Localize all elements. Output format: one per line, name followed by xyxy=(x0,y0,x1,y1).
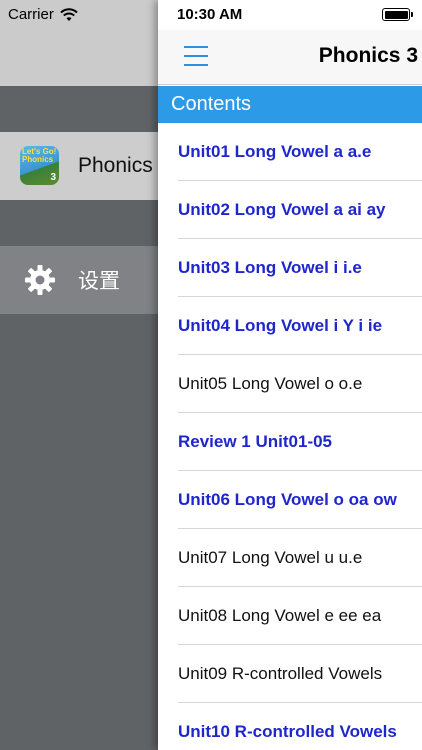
side-menu-item-label: Phonics xyxy=(78,154,153,177)
battery-icon xyxy=(382,8,413,21)
list-item-label: Unit07 Long Vowel u u.e xyxy=(178,548,363,567)
list-item[interactable]: Unit01 Long Vowel a a.e xyxy=(178,123,422,181)
list-item-label: Unit04 Long Vowel i Y i ie xyxy=(178,316,383,335)
list-item[interactable]: Unit06 Long Vowel o oa ow xyxy=(178,471,422,529)
app-icon-text: Let's Go! Phonics xyxy=(22,147,57,164)
list-item-label: Unit05 Long Vowel o o.e xyxy=(178,374,363,393)
contents-panel: 10:30 AM Phonics 3 Contents Unit01 Long … xyxy=(158,0,422,750)
unit-list: Unit01 Long Vowel a a.e Unit02 Long Vowel… xyxy=(158,123,422,750)
list-item[interactable]: Unit09 R-controlled Vowels xyxy=(178,645,422,703)
list-item[interactable]: Unit03 Long Vowel i i.e xyxy=(178,239,422,297)
menu-icon[interactable] xyxy=(184,46,208,68)
list-item-label: Unit09 R-controlled Vowels xyxy=(178,664,383,683)
list-item-label: Unit06 Long Vowel o oa ow xyxy=(178,490,397,509)
gear-icon xyxy=(25,265,55,295)
list-item-label: Unit10 R-controlled Vowels xyxy=(178,722,397,741)
list-item[interactable]: Unit08 Long Vowel e ee ea xyxy=(178,587,422,645)
side-menu-item-label: 设置 xyxy=(78,270,120,293)
status-time: 10:30 AM xyxy=(177,6,243,23)
section-header: Contents xyxy=(158,86,422,123)
list-item[interactable]: Unit07 Long Vowel u u.e xyxy=(178,529,422,587)
list-item[interactable]: Unit02 Long Vowel a ai ay xyxy=(178,181,422,239)
app-icon: Let's Go! Phonics 3 xyxy=(20,146,59,185)
status-bar: 10:30 AM xyxy=(158,0,422,30)
section-header-label: Contents xyxy=(171,93,252,115)
list-item[interactable]: Unit05 Long Vowel o o.e xyxy=(178,355,422,413)
list-item-label: Unit08 Long Vowel e ee ea xyxy=(178,606,382,625)
list-item[interactable]: Unit04 Long Vowel i Y i ie xyxy=(178,297,422,355)
navigation-bar: Phonics 3 xyxy=(158,30,422,85)
list-item-label: Unit01 Long Vowel a a.e xyxy=(178,142,372,161)
app-icon-number: 3 xyxy=(50,172,56,183)
page-title: Phonics 3 xyxy=(318,44,418,67)
list-item-label: Review 1 Unit01-05 xyxy=(178,432,333,451)
list-item[interactable]: Review 1 Unit01-05 xyxy=(178,413,422,471)
list-item[interactable]: Unit10 R-controlled Vowels xyxy=(178,703,422,750)
carrier-label: Carrier xyxy=(8,6,54,23)
wifi-icon xyxy=(60,7,78,21)
list-item-label: Unit02 Long Vowel a ai ay xyxy=(178,200,386,219)
list-item-label: Unit03 Long Vowel i i.e xyxy=(178,258,362,277)
status-carrier: Carrier xyxy=(8,6,78,23)
